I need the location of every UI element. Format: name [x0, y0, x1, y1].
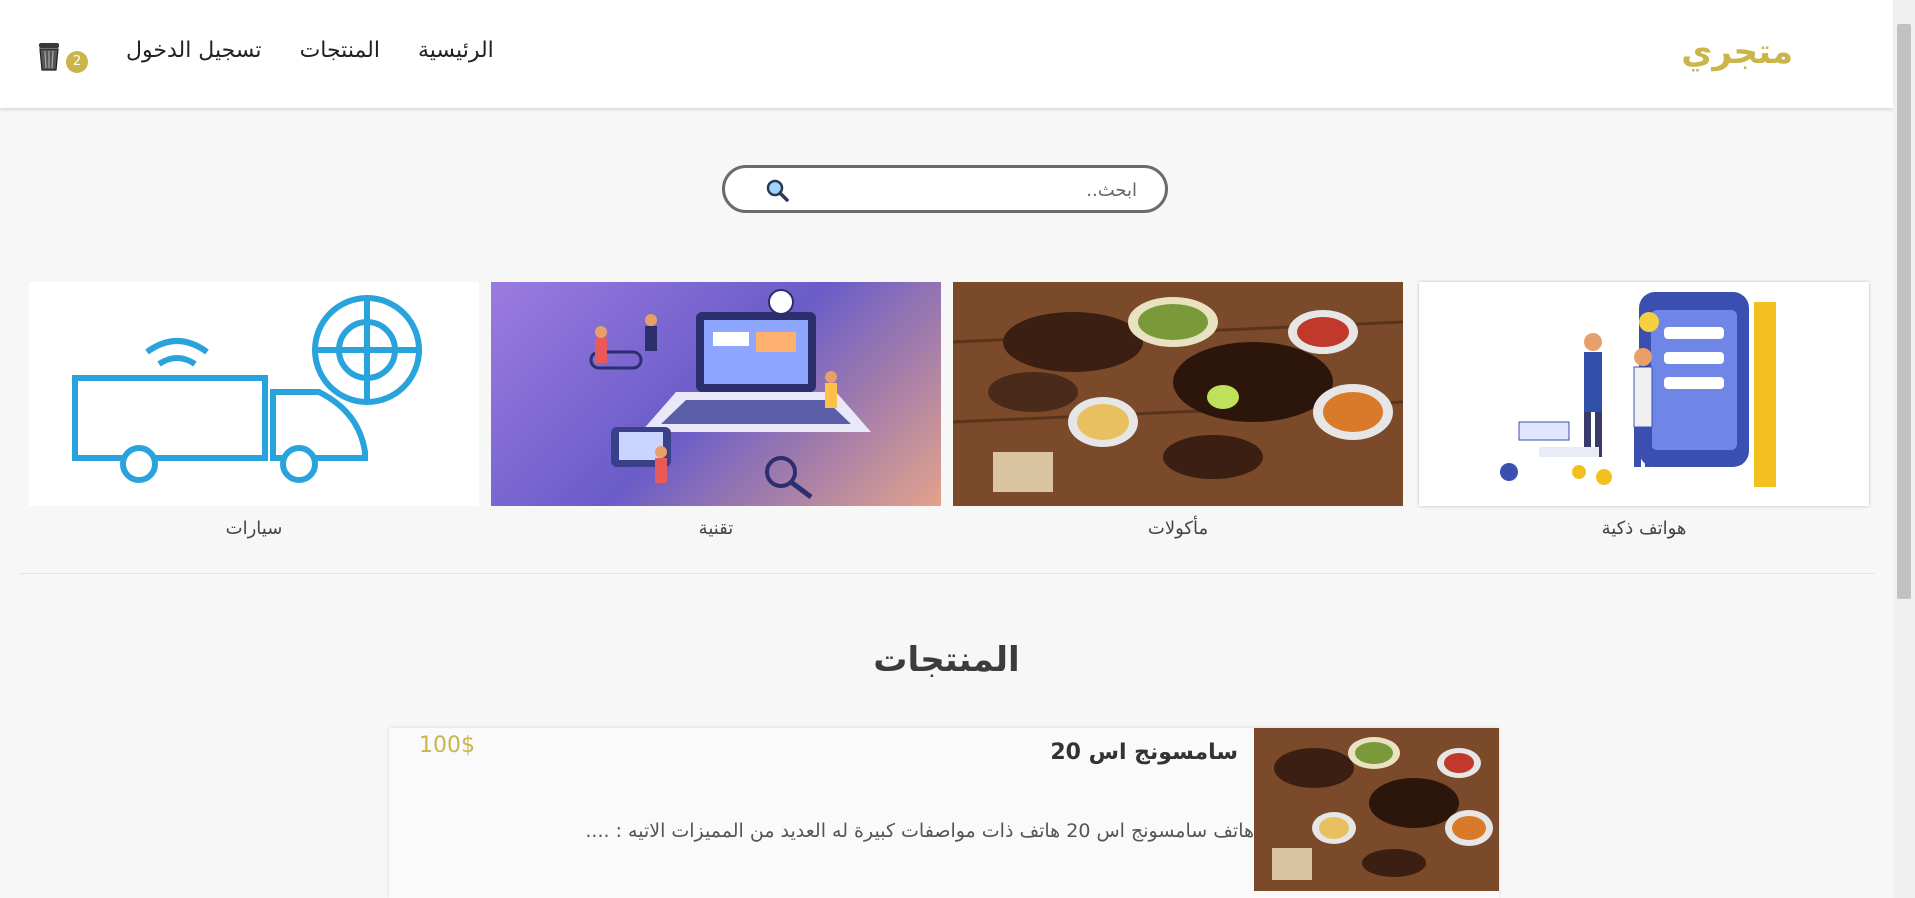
category-card-smartphones[interactable]: هواتف ذكية — [1419, 282, 1869, 539]
category-label: مأكولات — [1147, 518, 1209, 539]
food-illustration — [953, 282, 1403, 506]
site-header: متجري الرئيسية المنتجات تسجيل الدخول 2 — [0, 0, 1893, 108]
category-image-cars — [29, 282, 479, 506]
category-card-tech[interactable]: تقنية — [491, 282, 941, 539]
laptop-illustration — [589, 289, 871, 499]
nav-login[interactable]: تسجيل الدخول — [126, 38, 262, 63]
product-card[interactable]: سامسونج اس 20 100$ هاتف سامسونج اس 20 ها… — [389, 728, 1499, 898]
scroll-thumb[interactable] — [1897, 24, 1911, 599]
category-label: هواتف ذكية — [1601, 518, 1687, 539]
category-label: تقنية — [698, 518, 734, 539]
brand-logo[interactable]: متجري — [1681, 32, 1793, 72]
category-card-cars[interactable]: سيارات — [29, 282, 479, 539]
page-scrollbar[interactable] — [1893, 0, 1915, 898]
search-input[interactable] — [805, 176, 1139, 204]
category-label: سيارات — [225, 518, 283, 539]
section-divider — [20, 573, 1875, 574]
phone-illustration — [1500, 292, 1776, 487]
section-title-products: المنتجات — [873, 640, 1020, 680]
trash-bin-icon — [39, 43, 59, 71]
category-card-food[interactable]: مأكولات — [953, 282, 1403, 539]
nav-home[interactable]: الرئيسية — [418, 38, 494, 63]
product-description: هاتف سامسونج اس 20 هاتف ذات مواصفات كبير… — [585, 820, 1254, 842]
main-nav: الرئيسية المنتجات تسجيل الدخول — [126, 38, 494, 63]
truck-illustration — [72, 295, 422, 483]
nav-products[interactable]: المنتجات — [300, 38, 380, 63]
food-thumbnail — [1254, 728, 1499, 891]
category-image-smartphones — [1419, 282, 1869, 506]
product-image — [1254, 728, 1499, 891]
category-image-tech — [491, 282, 941, 506]
cart-count-badge: 2 — [66, 51, 88, 73]
search-box — [722, 165, 1168, 213]
cart-button[interactable]: 2 — [36, 42, 96, 74]
search-icon[interactable] — [765, 178, 789, 202]
product-name[interactable]: سامسونج اس 20 — [1050, 740, 1238, 765]
product-price: 100$ — [419, 733, 475, 758]
category-image-food — [953, 282, 1403, 506]
